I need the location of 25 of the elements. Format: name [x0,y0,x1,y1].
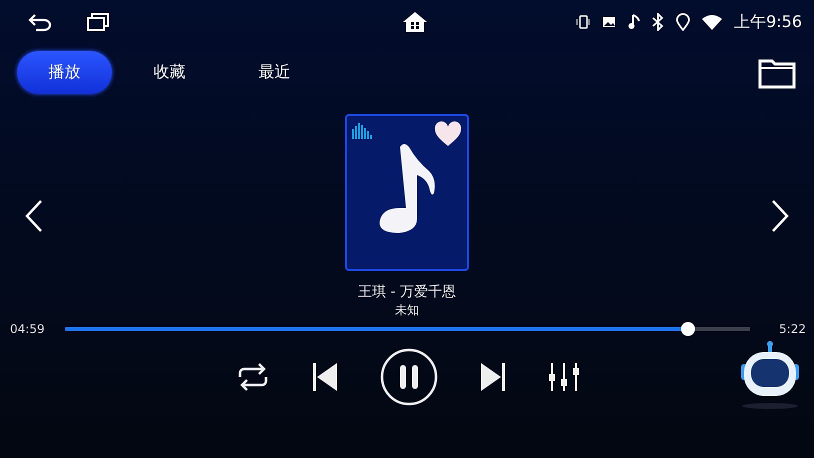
back-icon[interactable] [28,12,52,32]
previous-track-icon[interactable] [312,362,338,392]
wifi-icon [702,14,722,30]
heart-icon[interactable] [434,120,462,146]
artist-name: 未知 [395,302,419,318]
tab[interactable]: 播放 [17,50,112,94]
tab[interactable]: 最近 [227,50,322,94]
slider-thumb[interactable] [681,322,696,336]
tab[interactable]: 收藏 [122,50,217,94]
next-track-icon[interactable] [480,362,506,392]
windows-icon[interactable] [86,12,110,32]
music-note-icon [628,14,640,30]
song-title: 王琪 - 万爱千恩 [358,282,456,300]
pause-button-icon[interactable] [380,348,438,406]
phone-vibrate-icon [576,14,590,30]
elapsed-time: 04:59 [10,322,45,336]
equalizer-icon[interactable] [548,363,580,391]
location-icon [676,13,690,31]
home-icon[interactable] [402,11,428,33]
clock: 上午9:56 [734,12,802,32]
total-time: 5:22 [778,322,806,336]
bluetooth-icon [652,13,664,31]
repeat-icon[interactable] [236,363,270,391]
image-icon [602,15,616,29]
robot-assistant-icon[interactable] [738,340,802,410]
